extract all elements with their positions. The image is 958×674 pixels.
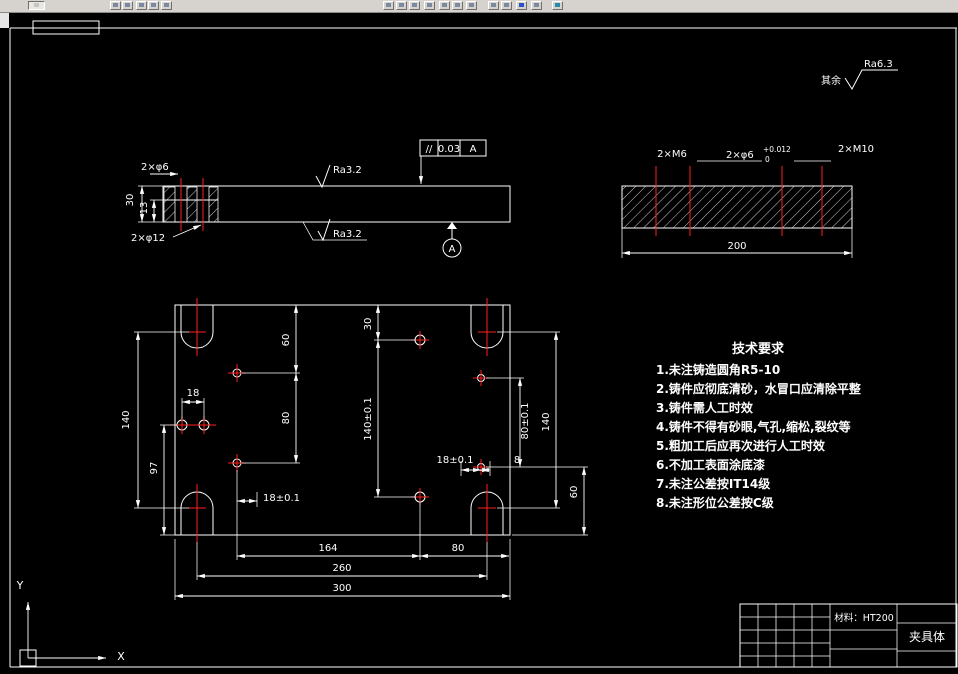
gdt-value: 0.03 bbox=[438, 144, 460, 155]
surface-finish-note: 其余 Ra6.3 bbox=[821, 59, 898, 90]
toolbar-button[interactable] bbox=[424, 1, 435, 10]
toolbar-button[interactable] bbox=[161, 1, 172, 10]
roughness-symbol-icon bbox=[315, 164, 331, 189]
dim-60-right: 60 bbox=[569, 486, 580, 499]
tech-item: 7.未注公差按IT14级 bbox=[656, 476, 770, 491]
dim-30-side: 30 bbox=[125, 194, 136, 207]
tech-item: 5.粗加工后应再次进行人工时效 bbox=[656, 438, 826, 453]
gdt-frame: // 0.03 A bbox=[418, 139, 487, 184]
dim-200: 200 bbox=[727, 241, 746, 252]
plan-view: 140 97 18 60 80 30 140±0.1 18±0.1 18±0.1… bbox=[121, 298, 588, 600]
dim-2xphi12: 2×φ12 bbox=[131, 233, 165, 244]
dim-80-tol: 80±0.1 bbox=[520, 402, 531, 439]
tech-item: 2.铸件应彻底清砂，水冒口应清除平整 bbox=[656, 381, 861, 396]
dim-8: 8 bbox=[514, 455, 520, 466]
ra-bottom: Ra3.2 bbox=[333, 229, 362, 240]
dim-2xm6: 2×M6 bbox=[657, 149, 687, 160]
toolbar-button[interactable] bbox=[501, 1, 512, 10]
drawing-canvas[interactable]: 其余 Ra6.3 // 0.03 A 30 13 2×φ6 2×φ12 Ra3.… bbox=[0, 0, 958, 674]
tech-item: 1.未注铸造圆角R5-10 bbox=[656, 362, 780, 377]
hole-centerlines bbox=[170, 331, 489, 506]
tech-title: 技术要求 bbox=[732, 341, 785, 357]
dim-18-tol-bottom: 18±0.1 bbox=[263, 493, 300, 504]
dim-60: 60 bbox=[281, 334, 292, 347]
toolbar-button[interactable] bbox=[439, 1, 450, 10]
dim-80-bottom: 80 bbox=[452, 543, 465, 554]
left-edge-chip bbox=[0, 12, 9, 28]
toolbar-button[interactable] bbox=[466, 1, 477, 10]
dim-140-right: 140 bbox=[541, 412, 552, 431]
rest-label: 其余 bbox=[821, 74, 841, 87]
toolbar-button[interactable] bbox=[552, 1, 563, 10]
dim-13-side: 13 bbox=[139, 202, 150, 215]
side-view: 30 13 2×φ6 2×φ12 Ra3.2 Ra3.2 A bbox=[125, 162, 511, 258]
sheet-frame bbox=[9, 20, 957, 668]
dim-2xm10: 2×M10 bbox=[838, 144, 874, 155]
part-name: 夹具体 bbox=[909, 630, 945, 644]
ucs-icon: Y X bbox=[16, 579, 125, 667]
gdt-datum-ref: A bbox=[470, 144, 477, 155]
dim-140-left: 140 bbox=[121, 410, 132, 429]
ra-top: Ra3.2 bbox=[333, 165, 362, 176]
technical-requirements: 技术要求 1.未注铸造圆角R5-10 2.铸件应彻底清砂，水冒口应清除平整 3.… bbox=[656, 341, 861, 510]
dim-140-tol: 140±0.1 bbox=[363, 397, 374, 440]
ucs-x-label: X bbox=[117, 650, 125, 663]
toolbar-button[interactable] bbox=[516, 1, 527, 10]
title-block: 材料：HT200 夹具体 bbox=[739, 603, 958, 668]
tech-item: 4.铸件不得有砂眼,气孔,缩松,裂纹等 bbox=[656, 419, 851, 434]
cad-application-window: 其余 Ra6.3 // 0.03 A 30 13 2×φ6 2×φ12 Ra3.… bbox=[0, 0, 958, 674]
dim-300: 300 bbox=[332, 583, 351, 594]
dim-18-pair: 18 bbox=[187, 388, 200, 399]
dim-260: 260 bbox=[332, 563, 351, 574]
drawing-svg: 其余 Ra6.3 // 0.03 A 30 13 2×φ6 2×φ12 Ra3.… bbox=[9, 20, 958, 668]
toolbar-button[interactable] bbox=[110, 1, 121, 10]
dim-2xphi6-fit: 2×φ6 bbox=[726, 150, 754, 161]
toolbar-button[interactable] bbox=[136, 1, 147, 10]
dim-80: 80 bbox=[281, 412, 292, 425]
toolbar-button[interactable] bbox=[396, 1, 407, 10]
dim-97: 97 bbox=[149, 462, 160, 475]
toolbar-button[interactable] bbox=[383, 1, 394, 10]
dim-18-tol-right: 18±0.1 bbox=[436, 455, 473, 466]
dim-tol-lower: 0 bbox=[765, 155, 770, 164]
dim-tol-upper: +0.012 bbox=[763, 145, 791, 154]
toolbar-button[interactable] bbox=[409, 1, 420, 10]
toolbar-button[interactable] bbox=[148, 1, 159, 10]
toolbar-field[interactable] bbox=[28, 1, 45, 10]
gdt-symbol: // bbox=[426, 144, 433, 155]
toolbar-button[interactable] bbox=[531, 1, 542, 10]
material-label: 材料：HT200 bbox=[834, 612, 894, 624]
datum-a-label: A bbox=[449, 244, 456, 255]
dim-164: 164 bbox=[318, 543, 337, 554]
roughness-symbol-icon bbox=[844, 69, 898, 90]
tech-item: 3.铸件需人工时效 bbox=[656, 400, 754, 415]
roughness-value: Ra6.3 bbox=[864, 59, 893, 70]
section-view: 2×M6 2×φ6 +0.012 0 2×M10 200 bbox=[621, 144, 874, 258]
ucs-y-label: Y bbox=[16, 579, 24, 592]
dim-2xphi6: 2×φ6 bbox=[141, 162, 169, 173]
toolbar-button[interactable] bbox=[452, 1, 463, 10]
dim-30: 30 bbox=[363, 318, 374, 331]
tech-item: 8.未注形位公差按C级 bbox=[656, 495, 774, 510]
toolbar-button[interactable] bbox=[122, 1, 133, 10]
tech-item: 6.不加工表面涂底漆 bbox=[656, 457, 765, 472]
toolbar-button[interactable] bbox=[488, 1, 499, 10]
toolbar bbox=[0, 0, 958, 13]
datum-a: A bbox=[442, 222, 462, 258]
